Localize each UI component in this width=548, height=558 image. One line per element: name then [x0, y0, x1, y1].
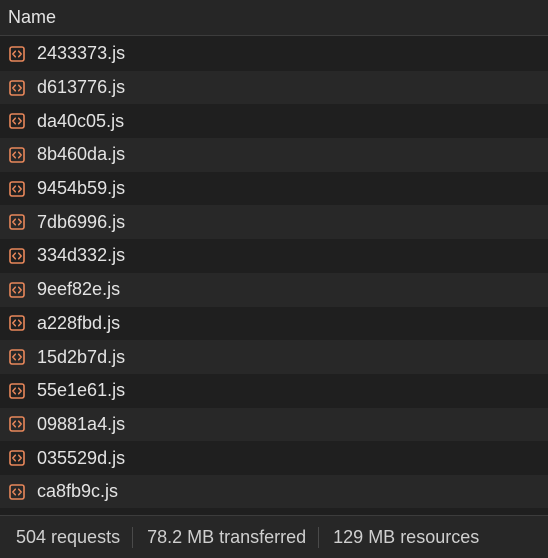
script-file-icon: [9, 483, 25, 500]
request-row[interactable]: 55e1e61.js: [0, 373, 548, 408]
request-name: 2433373.js: [37, 43, 126, 64]
script-file-icon: [9, 416, 25, 433]
request-name: d613776.js: [37, 77, 126, 98]
request-name: 15d2b7d.js: [37, 346, 126, 367]
script-file-icon: [9, 315, 25, 332]
request-row[interactable]: 7db6996.js: [0, 205, 548, 240]
request-row[interactable]: 8b460da.js: [0, 138, 548, 172]
request-row[interactable]: 09881a4.js: [0, 407, 548, 442]
list-empty-space: [0, 508, 548, 515]
request-name: 8b460da.js: [37, 144, 126, 165]
request-row[interactable]: 035529d.js: [0, 441, 548, 475]
script-file-icon: [9, 281, 25, 298]
name-column-header[interactable]: Name: [0, 0, 548, 36]
request-row[interactable]: da40c05.js: [0, 104, 548, 139]
script-file-icon: [9, 450, 25, 466]
script-file-icon: [9, 147, 25, 163]
transferred-size: 78.2 MB transferred: [132, 526, 318, 548]
request-name: da40c05.js: [37, 110, 125, 131]
request-name: 55e1e61.js: [37, 380, 126, 401]
resources-size: 129 MB resources: [318, 526, 485, 548]
name-column-label: Name: [8, 7, 57, 27]
request-count: 504 requests: [16, 526, 121, 547]
request-name: 09881a4.js: [37, 413, 126, 434]
request-row[interactable]: a228fbd.js: [0, 306, 548, 341]
script-file-icon: [9, 382, 25, 399]
request-name: 334d332.js: [37, 245, 126, 266]
script-file-icon: [9, 79, 25, 96]
request-list: 2433373.js d613776.js da40c05.js 8b460da…: [0, 37, 548, 509]
script-file-icon: [9, 180, 25, 197]
request-row[interactable]: 15d2b7d.js: [0, 340, 548, 374]
request-name: 9eef82e.js: [37, 279, 121, 300]
network-panel: Name 2433373.js d613776.js da40c05.js 8b…: [0, 0, 548, 558]
request-row[interactable]: 334d332.js: [0, 239, 548, 273]
request-name: 035529d.js: [37, 447, 126, 468]
request-name: ca8fb9c.js: [37, 481, 119, 502]
request-row[interactable]: ca8fb9c.js: [0, 474, 548, 509]
script-file-icon: [9, 349, 25, 365]
network-summary-bar: 504 requests 78.2 MB transferred 129 MB …: [0, 515, 548, 558]
request-row[interactable]: 2433373.js: [0, 37, 548, 71]
request-name: 9454b59.js: [37, 178, 126, 199]
script-file-icon: [9, 214, 25, 231]
request-name: a228fbd.js: [37, 312, 121, 333]
request-name: 7db6996.js: [37, 211, 126, 232]
script-file-icon: [9, 46, 25, 62]
request-row[interactable]: 9454b59.js: [0, 171, 548, 206]
request-row[interactable]: d613776.js: [0, 70, 548, 105]
script-file-icon: [9, 113, 25, 130]
script-file-icon: [9, 248, 25, 264]
request-row[interactable]: 9eef82e.js: [0, 272, 548, 307]
